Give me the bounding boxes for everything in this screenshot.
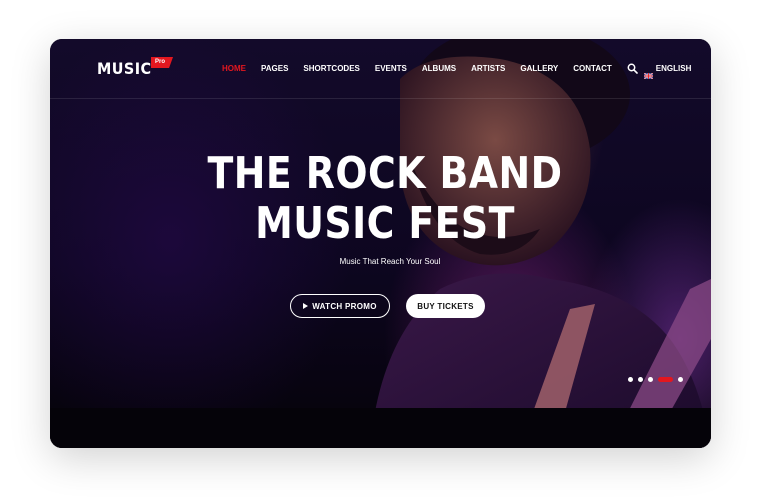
slider-dots [628, 377, 688, 382]
nav-item-albums[interactable]: ALBUMS [422, 64, 456, 73]
hero-title-line-1: THE ROCK BAND [207, 148, 563, 199]
hero-subtitle: Music That Reach Your Soul [339, 257, 441, 266]
nav-item-artists[interactable]: ARTISTS [471, 64, 505, 73]
slider-dot-3[interactable] [648, 377, 653, 382]
hero-title: THE ROCK BAND MUSIC FEST [97, 149, 673, 249]
nav-item-pages[interactable]: PAGES [261, 64, 288, 73]
bottom-band [50, 408, 711, 448]
nav-item-shortcodes[interactable]: SHORTCODES [303, 64, 359, 73]
site-header: MUSIC Pro HOME PAGES SHORTCODES EVENTS A… [50, 39, 711, 99]
nav-item-events[interactable]: EVENTS [375, 64, 407, 73]
main-nav: HOME PAGES SHORTCODES EVENTS ALBUMS ARTI… [222, 63, 692, 79]
watch-promo-label: WATCH PROMO [312, 301, 377, 311]
language-selector[interactable]: ENGLISH [643, 64, 692, 79]
nav-item-contact[interactable]: CONTACT [573, 64, 612, 73]
browser-frame: MUSIC Pro HOME PAGES SHORTCODES EVENTS A… [50, 39, 711, 448]
slider-dot-5[interactable] [678, 377, 683, 382]
slider-dot-1[interactable] [628, 377, 633, 382]
uk-flag-icon [643, 66, 654, 79]
slider-dot-2[interactable] [638, 377, 643, 382]
nav-item-gallery[interactable]: GALLERY [520, 64, 558, 73]
nav-item-home[interactable]: HOME [222, 64, 246, 73]
slider-dot-4-active[interactable] [658, 377, 673, 382]
logo-badge: Pro [151, 57, 174, 68]
buy-tickets-label: BUY TICKETS [417, 301, 474, 311]
language-label: ENGLISH [655, 64, 692, 73]
hero-title-line-2: MUSIC FEST [255, 198, 515, 249]
site-logo[interactable]: MUSIC [97, 59, 152, 78]
search-icon[interactable] [627, 63, 638, 74]
watch-promo-button[interactable]: WATCH PROMO [290, 294, 390, 318]
buy-tickets-button[interactable]: BUY TICKETS [406, 294, 485, 318]
play-icon [303, 303, 309, 309]
